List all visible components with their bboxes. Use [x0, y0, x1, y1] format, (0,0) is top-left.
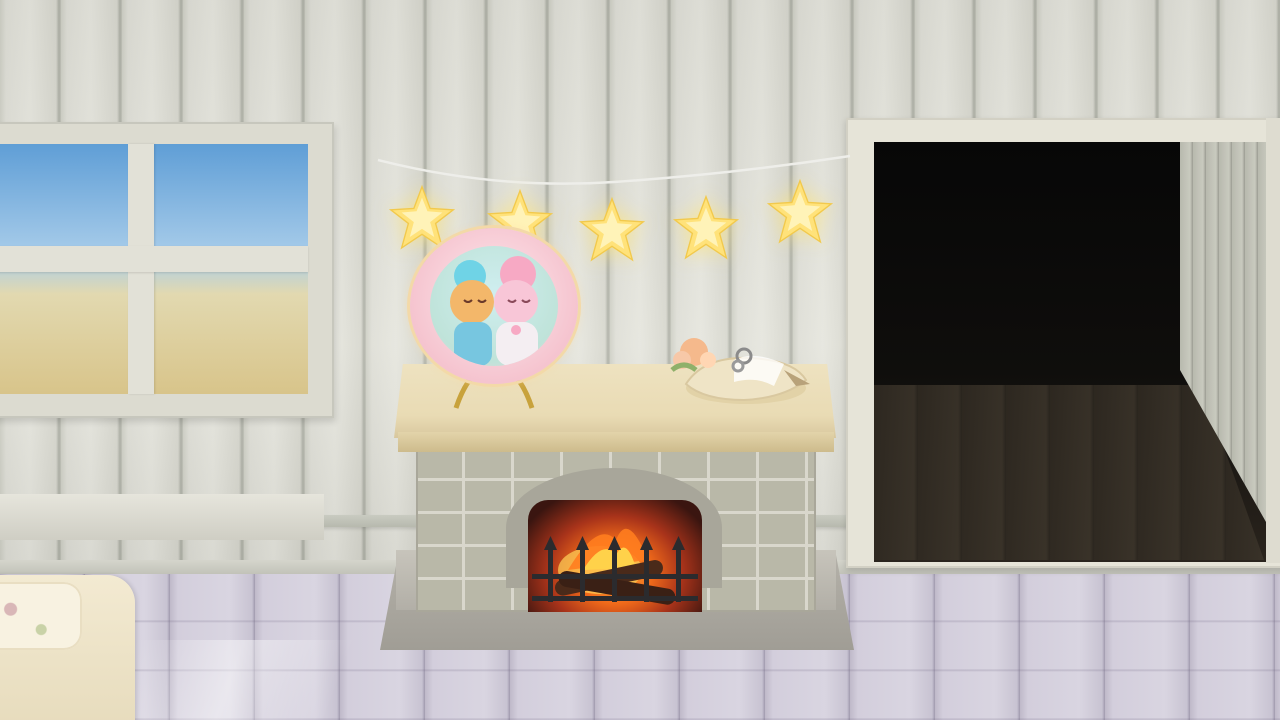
star-light-3: [578, 196, 646, 262]
bed-quilt: [0, 582, 82, 650]
commemorative-plate[interactable]: [410, 228, 580, 409]
sunlight-patch: [105, 640, 355, 720]
window[interactable]: [0, 122, 334, 540]
window-sill: [0, 494, 324, 540]
ring-pillow[interactable]: [664, 330, 814, 410]
star-light-5: [766, 178, 834, 244]
window-transom: [0, 246, 308, 272]
doorway-post: [1266, 118, 1280, 563]
plate-rim: [410, 228, 578, 384]
mantel-edge: [398, 432, 834, 452]
star-light-4: [672, 194, 740, 260]
game-scene: [0, 0, 1280, 720]
fire-logs-and-grate: [532, 528, 698, 605]
plate-portrait: [430, 246, 558, 366]
couple-portrait-icon: [450, 256, 538, 366]
